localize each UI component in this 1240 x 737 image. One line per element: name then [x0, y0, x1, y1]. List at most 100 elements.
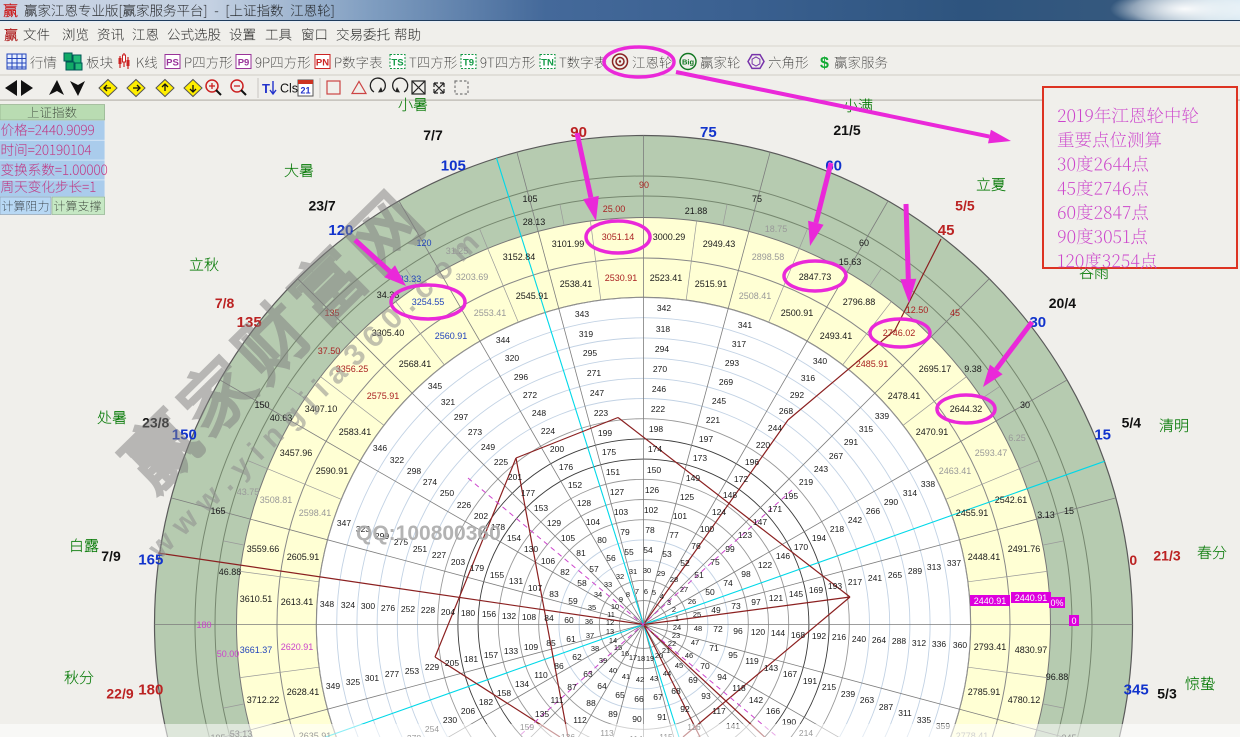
svg-text:9: 9 [619, 595, 623, 604]
svg-text:18.75: 18.75 [765, 224, 788, 234]
svg-text:25: 25 [693, 610, 701, 619]
svg-text:20/4: 20/4 [1049, 295, 1076, 311]
svg-text:106: 106 [541, 556, 555, 566]
svg-text:241: 241 [868, 573, 882, 583]
svg-text:72: 72 [713, 624, 723, 634]
svg-text:277: 277 [385, 669, 399, 679]
svg-text:2478.41: 2478.41 [888, 391, 921, 401]
svg-text:108: 108 [522, 612, 536, 622]
svg-text:148: 148 [723, 490, 737, 500]
svg-text:244: 244 [768, 423, 782, 433]
svg-text:2463.41: 2463.41 [939, 466, 972, 476]
svg-text:221: 221 [706, 415, 720, 425]
svg-text:24: 24 [673, 623, 681, 632]
svg-text:134: 134 [515, 679, 529, 689]
svg-text:179: 179 [470, 563, 484, 573]
svg-text:2560.91: 2560.91 [435, 331, 468, 341]
svg-text:84: 84 [544, 613, 554, 623]
svg-text:59: 59 [568, 596, 578, 606]
svg-text:343: 343 [575, 309, 589, 319]
svg-text:57: 57 [589, 564, 599, 574]
svg-text:143: 143 [764, 663, 778, 673]
svg-text:2847.73: 2847.73 [799, 272, 832, 282]
svg-text:2500.91: 2500.91 [781, 308, 814, 318]
svg-text:325: 325 [346, 677, 360, 687]
svg-text:T9: T9 [463, 58, 474, 69]
svg-text:230: 230 [443, 715, 457, 725]
svg-text:271: 271 [587, 368, 601, 378]
svg-text:264: 264 [872, 635, 886, 645]
svg-text:152: 152 [568, 480, 582, 490]
svg-text:2470.91: 2470.91 [916, 427, 949, 437]
svg-text:76: 76 [691, 541, 701, 551]
svg-text:2644.32: 2644.32 [950, 404, 983, 414]
svg-text:0%: 0% [1050, 598, 1063, 608]
svg-text:2746.02: 2746.02 [883, 328, 916, 338]
svg-text:70: 70 [700, 661, 710, 671]
svg-text:242: 242 [848, 515, 862, 525]
svg-text:151: 151 [606, 467, 620, 477]
svg-text:339: 339 [875, 411, 889, 421]
svg-text:338: 338 [921, 479, 935, 489]
svg-text:12.50: 12.50 [906, 305, 929, 315]
svg-text:2448.41: 2448.41 [968, 552, 1001, 562]
svg-text:101: 101 [673, 511, 687, 521]
svg-text:9.38: 9.38 [964, 364, 982, 374]
svg-text:28.13: 28.13 [523, 217, 546, 227]
svg-text:243: 243 [814, 464, 828, 474]
svg-text:150: 150 [647, 465, 661, 475]
svg-text:2: 2 [672, 605, 676, 614]
svg-text:3610.51: 3610.51 [240, 594, 273, 604]
svg-text:12: 12 [606, 618, 614, 627]
svg-text:131: 131 [509, 576, 523, 586]
svg-text:276: 276 [381, 603, 395, 613]
svg-text:168: 168 [791, 630, 805, 640]
svg-text:171: 171 [768, 504, 782, 514]
svg-text:199: 199 [598, 428, 612, 438]
svg-text:2485.91: 2485.91 [856, 359, 889, 369]
svg-text:39: 39 [599, 656, 607, 665]
svg-text:105: 105 [522, 194, 537, 204]
svg-text:89: 89 [608, 709, 618, 719]
svg-text:320: 320 [505, 353, 519, 363]
svg-text:2542.61: 2542.61 [995, 495, 1028, 505]
svg-text:250: 250 [440, 488, 454, 498]
svg-text:2583.41: 2583.41 [339, 427, 372, 437]
svg-text:124: 124 [712, 507, 726, 517]
svg-text:28: 28 [670, 575, 678, 584]
svg-text:197: 197 [699, 434, 713, 444]
svg-text:63: 63 [583, 669, 593, 679]
svg-text:247: 247 [590, 388, 604, 398]
svg-text:226: 226 [457, 500, 471, 510]
svg-text:154: 154 [507, 533, 521, 543]
svg-text:122: 122 [758, 560, 772, 570]
svg-text:348: 348 [320, 599, 334, 609]
svg-text:87: 87 [567, 682, 577, 692]
svg-text:149: 149 [686, 473, 700, 483]
svg-text:268: 268 [779, 406, 793, 416]
svg-text:67: 67 [653, 692, 663, 702]
svg-text:274: 274 [423, 477, 437, 487]
svg-text:37.50: 37.50 [318, 346, 341, 356]
svg-text:239: 239 [841, 689, 855, 699]
svg-text:120: 120 [751, 627, 765, 637]
svg-text:77: 77 [669, 530, 679, 540]
svg-text:86: 86 [554, 661, 564, 671]
svg-text:92: 92 [680, 704, 690, 714]
svg-text:2493.41: 2493.41 [820, 331, 853, 341]
svg-text:42: 42 [636, 675, 644, 684]
svg-text:41: 41 [622, 672, 630, 681]
svg-text:203: 203 [451, 557, 465, 567]
svg-text:177: 177 [521, 488, 535, 498]
svg-text:46: 46 [685, 651, 693, 660]
svg-text:225: 225 [494, 457, 508, 467]
svg-text:2898.58: 2898.58 [752, 252, 785, 262]
svg-text:105: 105 [441, 157, 466, 174]
svg-text:126: 126 [645, 485, 659, 495]
svg-text:97: 97 [751, 597, 761, 607]
svg-text:248: 248 [532, 408, 546, 418]
svg-text:104: 104 [586, 517, 600, 527]
svg-text:317: 317 [732, 339, 746, 349]
svg-text:60: 60 [859, 238, 869, 248]
svg-text:Big: Big [682, 58, 695, 67]
